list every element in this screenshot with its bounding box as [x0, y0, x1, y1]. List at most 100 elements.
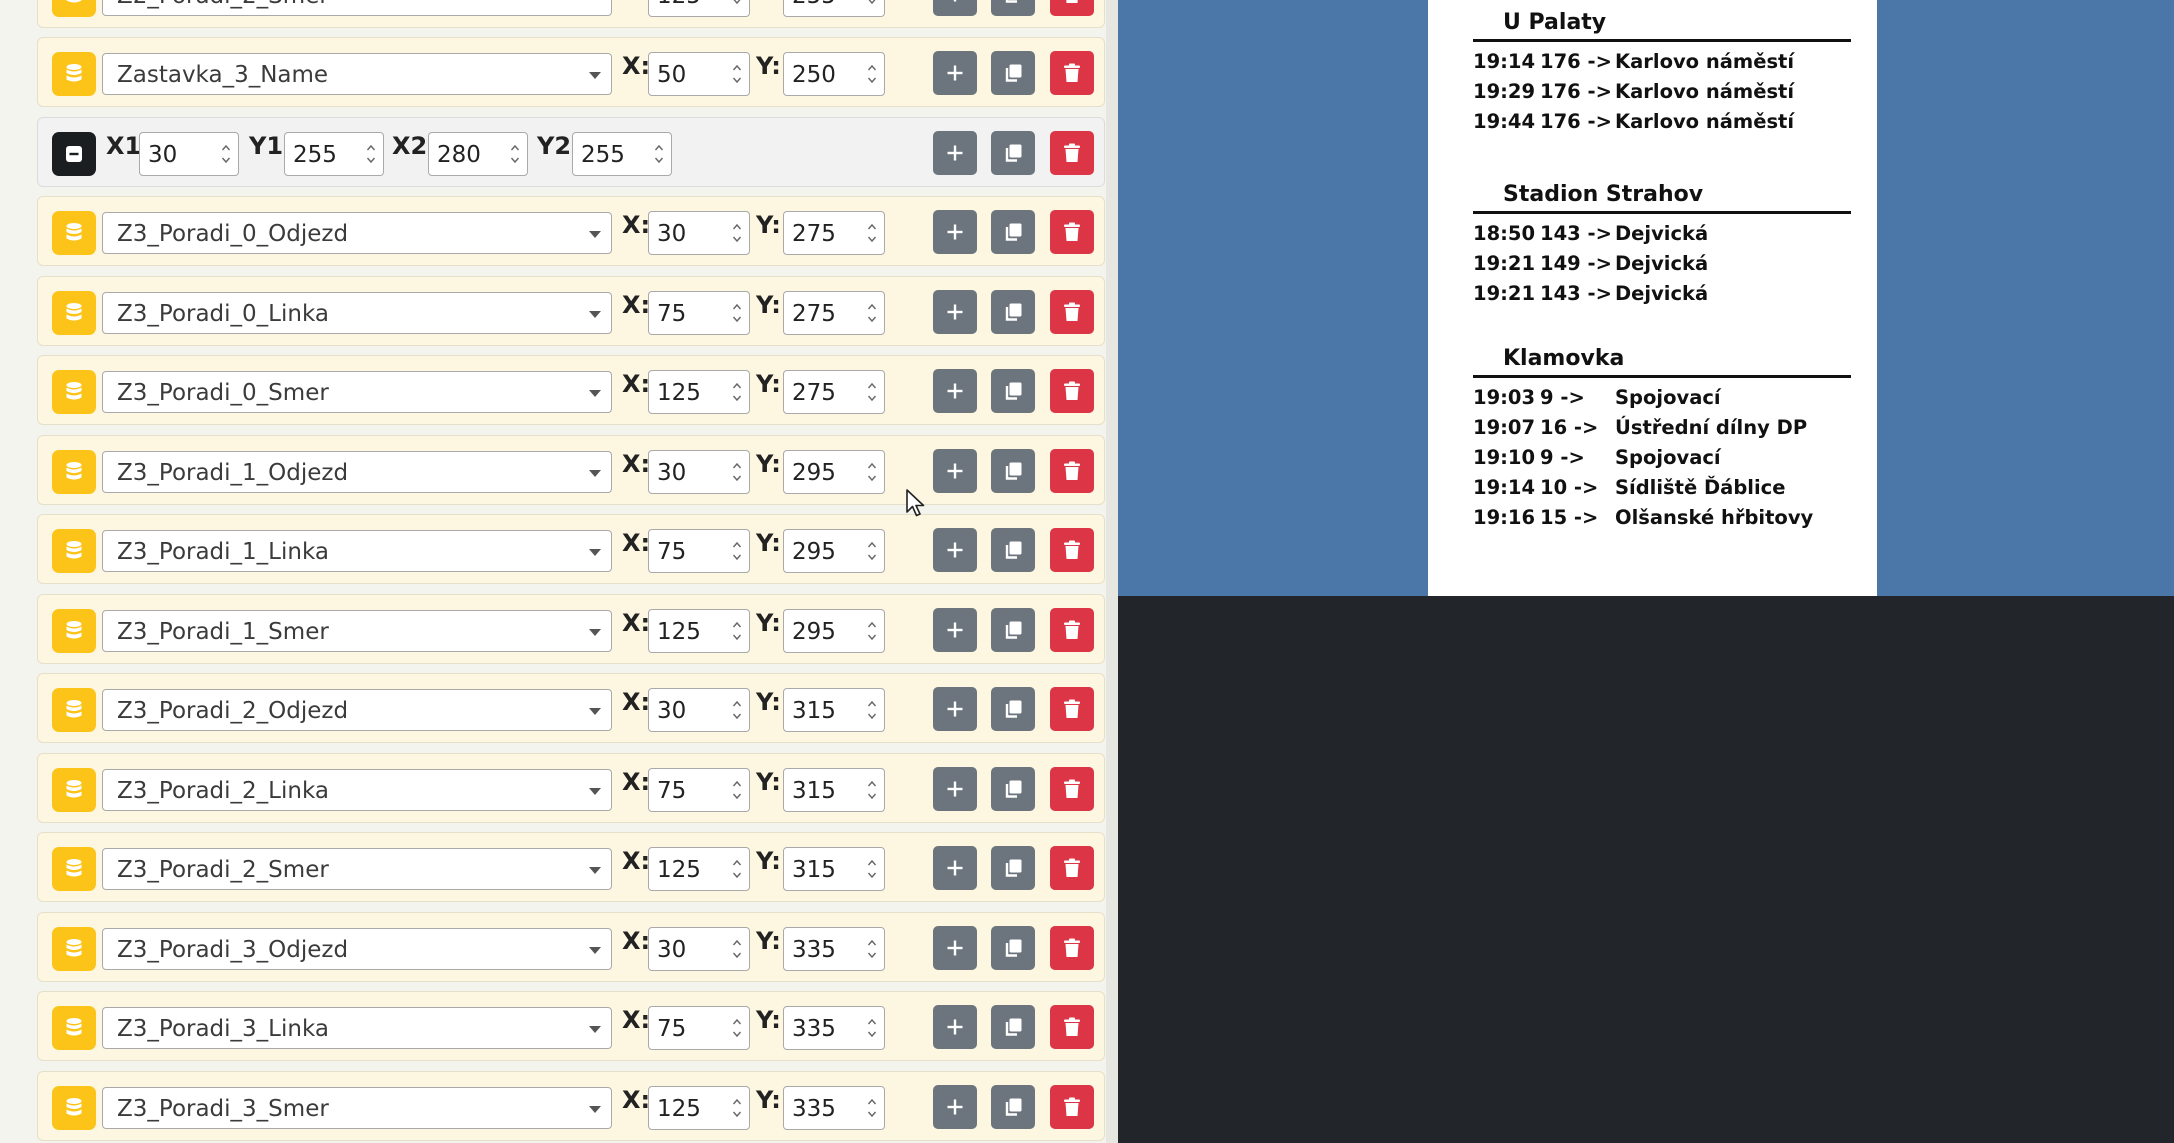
spinner-arrows-icon[interactable] [867, 301, 877, 325]
copy-button[interactable] [991, 210, 1035, 254]
number-input[interactable]: 315 [783, 847, 885, 891]
number-input[interactable]: 315 [783, 767, 885, 812]
number-input[interactable]: 75 [648, 290, 750, 335]
add-button[interactable] [933, 210, 977, 254]
delete-button[interactable] [1050, 51, 1094, 95]
database-icon[interactable] [52, 688, 96, 732]
copy-button[interactable] [991, 51, 1035, 95]
spinner-arrows-icon[interactable] [366, 142, 376, 166]
copy-button[interactable] [991, 607, 1035, 652]
editor-scrollbar[interactable] [1106, 0, 1118, 1143]
field-select[interactable]: Z3_Poradi_2_Odjezd [102, 689, 612, 731]
spinner-arrows-icon[interactable] [732, 221, 742, 245]
add-button[interactable] [933, 369, 977, 413]
spinner-arrows-icon[interactable] [732, 698, 742, 722]
number-input[interactable]: 125 [648, 0, 750, 17]
number-input[interactable]: 275 [783, 211, 885, 255]
add-button[interactable] [933, 1005, 977, 1049]
database-icon[interactable] [52, 449, 96, 494]
spinner-arrows-icon[interactable] [510, 142, 520, 166]
database-icon[interactable] [52, 1006, 96, 1050]
add-button[interactable] [933, 846, 977, 890]
spinner-arrows-icon[interactable] [867, 62, 877, 86]
copy-button[interactable] [991, 289, 1035, 334]
delete-button[interactable] [1050, 607, 1094, 652]
number-input[interactable]: 255 [572, 131, 672, 176]
copy-button[interactable] [991, 766, 1035, 811]
spinner-arrows-icon[interactable] [867, 698, 877, 722]
spinner-arrows-icon[interactable] [732, 380, 742, 404]
delete-button[interactable] [1050, 289, 1094, 334]
add-button[interactable] [933, 766, 977, 811]
delete-button[interactable] [1050, 766, 1094, 811]
add-button[interactable] [933, 607, 977, 652]
database-icon[interactable] [52, 1085, 96, 1130]
field-select[interactable]: Z3_Poradi_2_Linka [102, 768, 612, 811]
add-button[interactable] [933, 687, 977, 731]
spinner-arrows-icon[interactable] [221, 142, 231, 166]
spinner-arrows-icon[interactable] [732, 778, 742, 802]
minus-square-icon[interactable] [52, 131, 96, 176]
field-select[interactable]: Z3_Poradi_1_Odjezd [102, 450, 612, 493]
spinner-arrows-icon[interactable] [732, 1096, 742, 1120]
spinner-arrows-icon[interactable] [732, 937, 742, 961]
number-input[interactable]: 75 [648, 767, 750, 812]
add-button[interactable] [933, 925, 977, 970]
database-icon[interactable] [52, 52, 96, 96]
number-input[interactable]: 295 [783, 529, 885, 573]
number-input[interactable]: 125 [648, 370, 750, 414]
field-select[interactable]: Z3_Poradi_0_Smer [102, 371, 612, 413]
field-select[interactable]: Z3_Poradi_2_Smer [102, 848, 612, 890]
delete-button[interactable] [1050, 130, 1094, 175]
spinner-arrows-icon[interactable] [732, 539, 742, 563]
spinner-arrows-icon[interactable] [732, 301, 742, 325]
delete-button[interactable] [1050, 687, 1094, 731]
spinner-arrows-icon[interactable] [867, 221, 877, 245]
database-icon[interactable] [52, 211, 96, 255]
spinner-arrows-icon[interactable] [867, 857, 877, 881]
spinner-arrows-icon[interactable] [867, 778, 877, 802]
number-input[interactable]: 315 [783, 688, 885, 732]
database-icon[interactable] [52, 290, 96, 335]
spinner-arrows-icon[interactable] [867, 539, 877, 563]
number-input[interactable]: 30 [648, 449, 750, 494]
add-button[interactable] [933, 130, 977, 175]
spinner-arrows-icon[interactable] [867, 619, 877, 643]
delete-button[interactable] [1050, 1084, 1094, 1129]
database-icon[interactable] [52, 529, 96, 573]
spinner-arrows-icon[interactable] [732, 0, 742, 7]
number-input[interactable]: 30 [648, 688, 750, 732]
spinner-arrows-icon[interactable] [867, 937, 877, 961]
spinner-arrows-icon[interactable] [867, 0, 877, 7]
spinner-arrows-icon[interactable] [732, 1016, 742, 1040]
spinner-arrows-icon[interactable] [867, 380, 877, 404]
number-input[interactable]: 295 [783, 449, 885, 494]
copy-button[interactable] [991, 1005, 1035, 1049]
delete-button[interactable] [1050, 528, 1094, 572]
field-select[interactable]: Z3_Poradi_1_Smer [102, 609, 612, 652]
field-select[interactable]: Z3_Poradi_0_Linka [102, 291, 612, 334]
field-select[interactable]: Zastavka_3_Name [102, 53, 612, 95]
copy-button[interactable] [991, 846, 1035, 890]
add-button[interactable] [933, 0, 977, 16]
number-input[interactable]: 335 [783, 1006, 885, 1050]
number-input[interactable]: 125 [648, 847, 750, 891]
delete-button[interactable] [1050, 369, 1094, 413]
database-icon[interactable] [52, 767, 96, 812]
copy-button[interactable] [991, 369, 1035, 413]
spinner-arrows-icon[interactable] [867, 1016, 877, 1040]
add-button[interactable] [933, 1084, 977, 1129]
delete-button[interactable] [1050, 1005, 1094, 1049]
copy-button[interactable] [991, 0, 1035, 16]
number-input[interactable]: 125 [648, 608, 750, 653]
number-input[interactable]: 335 [783, 1085, 885, 1130]
number-input[interactable]: 280 [428, 131, 528, 176]
delete-button[interactable] [1050, 846, 1094, 890]
delete-button[interactable] [1050, 0, 1094, 16]
number-input[interactable]: 75 [648, 529, 750, 573]
number-input[interactable]: 125 [648, 1085, 750, 1130]
delete-button[interactable] [1050, 210, 1094, 254]
database-icon[interactable] [52, 847, 96, 891]
spinner-arrows-icon[interactable] [867, 460, 877, 484]
copy-button[interactable] [991, 1084, 1035, 1129]
